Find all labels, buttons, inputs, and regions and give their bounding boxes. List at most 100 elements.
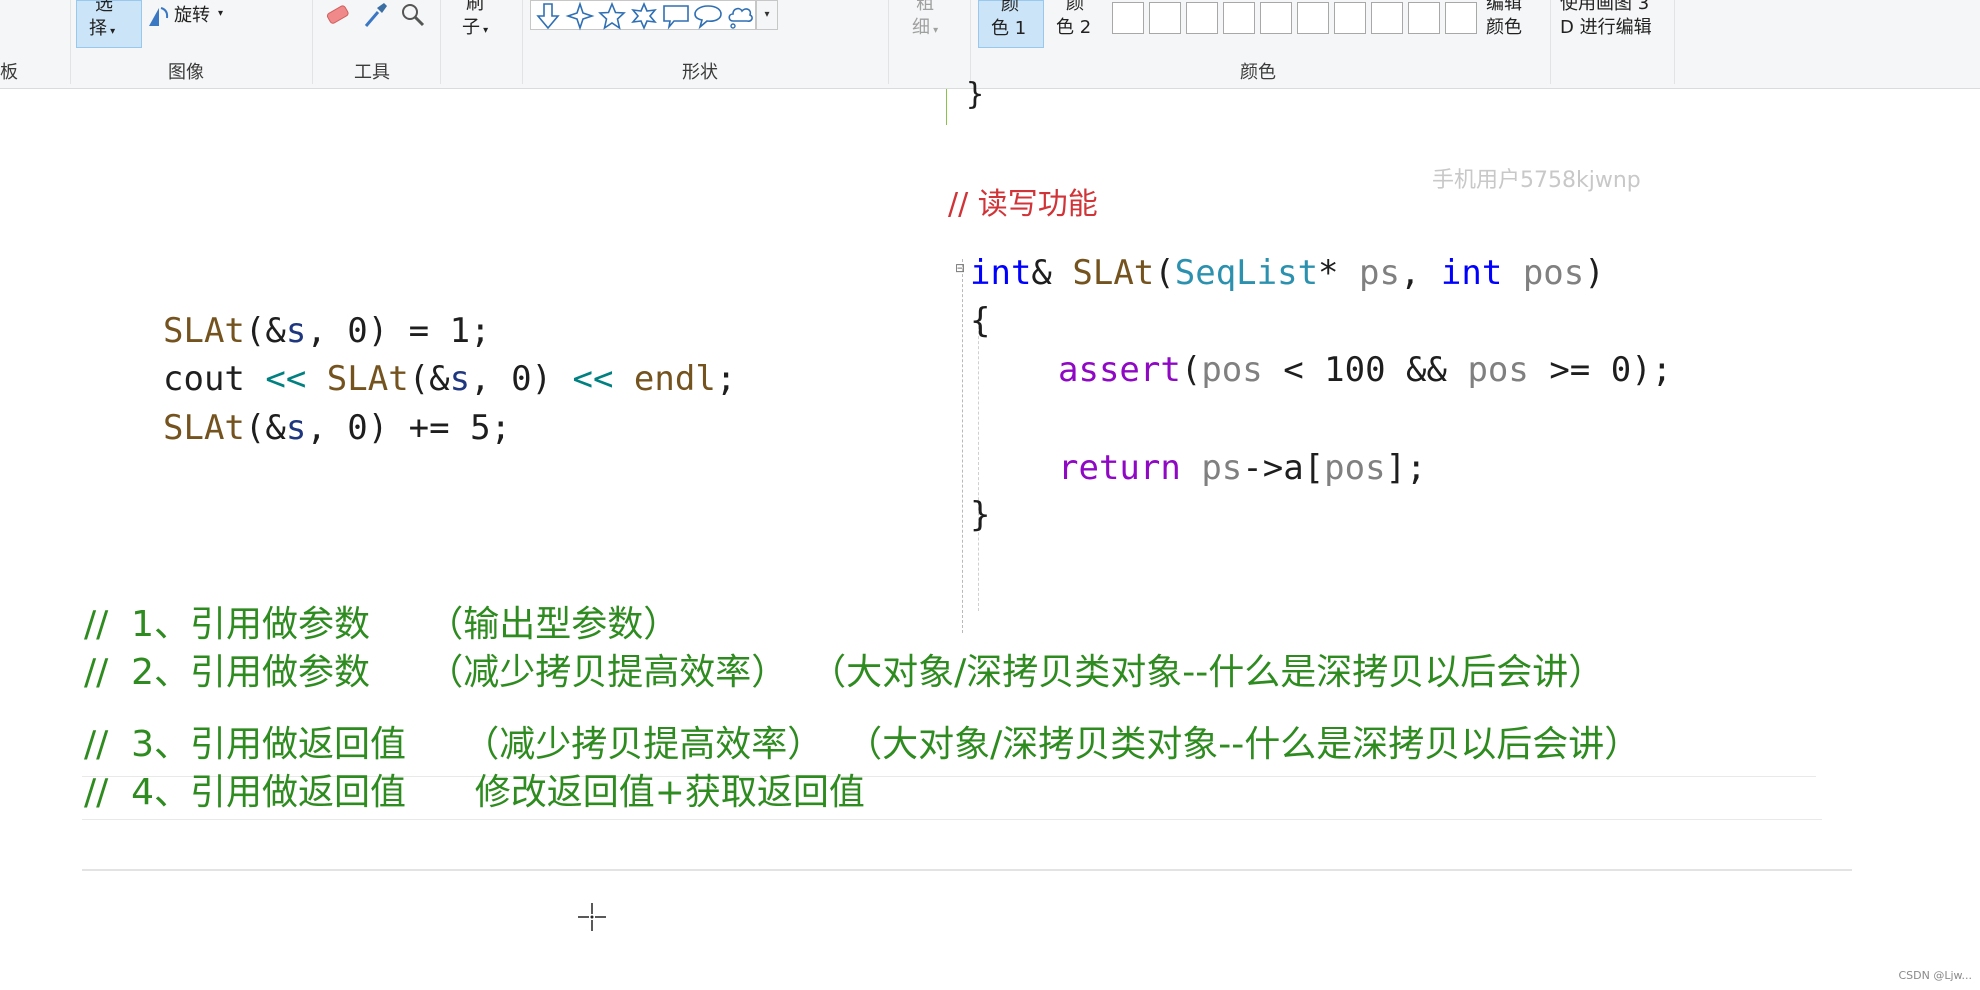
color-picker-icon[interactable] — [360, 0, 390, 30]
group-label-image: 图像 — [168, 62, 204, 83]
watermark-user: 手机用户5758kjwnp — [1432, 168, 1641, 193]
code-top-brace: } — [966, 77, 985, 112]
color-swatch[interactable] — [1223, 2, 1255, 34]
code-comment-read-write: // 读写功能 — [948, 187, 1098, 222]
token-type: SeqList — [1174, 253, 1319, 293]
color1-label-top: 颜 — [1001, 0, 1019, 15]
group-separator — [888, 0, 889, 84]
canvas-area[interactable]: } 手机用户5758kjwnp // 读写功能 ⊟ int& SLAt(SeqL… — [0, 77, 1980, 990]
paint3d-label-bottom: D 进行编辑 — [1560, 17, 1652, 38]
token-macro: assert — [1058, 350, 1181, 390]
color-swatch[interactable] — [1297, 2, 1329, 34]
size-label-top: 粗 — [916, 0, 934, 14]
shapes-gallery[interactable] — [530, 0, 756, 31]
callout-cloud-shape-icon[interactable] — [725, 1, 755, 31]
token-punct: (& — [244, 408, 286, 448]
token-keyword: int — [970, 253, 1032, 293]
token-punct — [1502, 253, 1522, 293]
token-punct: (& — [244, 311, 286, 351]
token-punct: * — [1318, 253, 1359, 293]
color2-label-top: 颜 — [1066, 0, 1084, 14]
color-swatch[interactable] — [1112, 2, 1144, 34]
token-punct: ) — [1584, 253, 1605, 293]
magnifier-icon[interactable] — [398, 0, 428, 30]
token-keyword: int — [1440, 253, 1503, 293]
color-swatch[interactable] — [1408, 2, 1440, 34]
token-function: SLAt — [163, 311, 245, 351]
color-swatch[interactable] — [1371, 2, 1403, 34]
rotate-label: 旋转 — [174, 5, 210, 26]
star-six-shape-icon[interactable] — [629, 1, 659, 31]
callout-oval-shape-icon[interactable] — [693, 1, 723, 31]
rotate-dropdown-icon[interactable]: ▾ — [218, 2, 223, 26]
token-function: SLAt — [1072, 253, 1155, 293]
rotate-button[interactable]: 旋转 ▾ — [146, 2, 236, 30]
color-swatch[interactable] — [1186, 2, 1218, 34]
code-indent-guide — [978, 321, 980, 611]
arrow-down-shape-icon[interactable] — [533, 1, 563, 31]
token-punct: ( — [1180, 350, 1202, 390]
star-four-shape-icon[interactable] — [565, 1, 595, 31]
code-return-line: return ps->a[pos]; — [1058, 448, 1427, 488]
select-button[interactable]: 选 择 ▾ — [76, 0, 142, 48]
token-punct: ]; — [1385, 448, 1427, 488]
token-param: pos — [1201, 350, 1263, 390]
color2-label-bottom: 色 2 — [1056, 17, 1092, 38]
token-control: return — [1058, 448, 1181, 488]
code-left-line-1: SLAt(&s, 0) = 1; — [163, 311, 491, 351]
rotate-icon — [149, 7, 169, 26]
token-param: ps — [1201, 448, 1243, 488]
token-punct — [1181, 448, 1201, 488]
brushes-button[interactable]: 刷 子 ▾ — [454, 0, 504, 46]
color-swatch[interactable] — [1260, 2, 1292, 34]
select-label-bottom: 择 ▾ — [89, 18, 116, 39]
edit-colors-label-bottom: 颜色 — [1486, 17, 1522, 38]
token-punct: , 0) = 1; — [306, 311, 491, 351]
group-separator — [522, 0, 523, 84]
edit-colors-button[interactable]: 编辑 颜色 — [1484, 0, 1544, 46]
divider-line — [82, 819, 1822, 820]
code-function-signature: int& SLAt(SeqList* ps, int pos) — [970, 253, 1605, 293]
group-separator — [70, 0, 71, 84]
color-swatch[interactable] — [1445, 2, 1477, 34]
group-separator — [312, 0, 313, 84]
select-label-top: 选 — [95, 0, 113, 15]
collapse-toggle[interactable]: ⊟ — [955, 261, 965, 275]
token-operator: << — [265, 359, 307, 399]
token-punct: ( — [1154, 253, 1175, 293]
color1-button[interactable]: 颜 色 1 — [978, 0, 1044, 48]
color2-button[interactable]: 颜 色 2 — [1052, 0, 1102, 46]
token-punct: , — [1399, 253, 1441, 293]
callout-rect-shape-icon[interactable] — [661, 1, 691, 31]
group-label-shapes: 形状 — [682, 62, 718, 83]
code-close-brace: } — [970, 495, 991, 535]
note-line-4: // 4、引用做返回值 修改返回值+获取返回值 — [84, 772, 865, 813]
edit-with-paint3d-button[interactable]: 使用画图 3 D 进行编辑 — [1558, 0, 1674, 46]
token-variable: s — [285, 311, 307, 351]
token-variable: s — [449, 359, 471, 399]
size-button[interactable]: 粗 细 ▾ — [904, 0, 954, 46]
star-five-shape-icon[interactable] — [597, 1, 627, 31]
token-param: pos — [1324, 448, 1386, 488]
group-separator — [1550, 0, 1551, 84]
group-separator — [1674, 0, 1675, 84]
group-label-clipboard: 板 — [0, 62, 18, 83]
color-swatch[interactable] — [1334, 2, 1366, 34]
color-swatch[interactable] — [1149, 2, 1181, 34]
group-label-tools: 工具 — [354, 62, 390, 83]
group-separator — [970, 0, 971, 84]
token-punct: (& — [408, 359, 450, 399]
divider-line — [82, 869, 1852, 871]
token-operator: << — [572, 359, 614, 399]
brush-label-top: 刷 — [466, 0, 484, 14]
brush-label-bottom: 子 ▾ — [462, 17, 489, 38]
code-left-line-2: cout << SLAt(&s, 0) << endl; — [163, 359, 736, 399]
token-punct: & — [1031, 253, 1073, 293]
note-line-1: // 1、引用做参数 （输出型参数） — [84, 604, 680, 645]
eraser-icon[interactable] — [322, 1, 352, 31]
token-punct: , 0) — [470, 359, 573, 399]
shapes-more-button[interactable]: ▾ — [756, 0, 778, 30]
edit-colors-label-top: 编辑 — [1486, 0, 1522, 14]
